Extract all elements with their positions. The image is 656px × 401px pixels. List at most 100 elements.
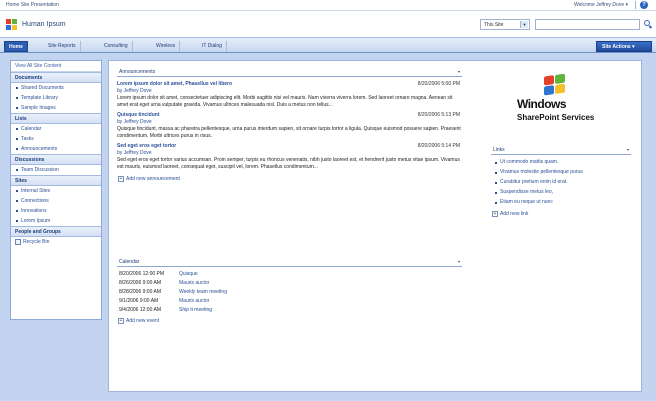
help-icon[interactable]: ? [640, 1, 648, 9]
recycle-bin-link[interactable]: Recycle Bin [11, 237, 101, 248]
list-item: 8/26/2006 9:00 AM Mauris auctor [117, 279, 462, 288]
announcement-item: Sed eget eros eget tortor 8/20/2006 5:14… [117, 143, 462, 170]
announcement-date: 8/20/2006 5:13 PM [417, 112, 460, 118]
announcement-body: Quisque tincidunt, massa ac pharetra pel… [117, 126, 461, 139]
divider [635, 1, 636, 9]
parent-site-link[interactable]: Home Site Presentation [6, 2, 59, 8]
add-new-link-link[interactable]: + Add new link [491, 211, 631, 219]
quick-launch-item[interactable]: Internal Sites [11, 186, 101, 196]
brand-windows-text: Windows [517, 97, 567, 111]
quick-launch-heading-discussions[interactable]: Discussions [11, 154, 101, 165]
quick-launch-item[interactable]: Innovations [11, 206, 101, 216]
add-new-event-link[interactable]: + Add new event [117, 318, 462, 326]
link-item[interactable]: Curabitur pretium enim id erat. [491, 177, 631, 187]
tab-site-reports[interactable]: Site Reports [44, 41, 81, 52]
top-navigation: Home Site Reports Consulting Wireless IT… [0, 37, 656, 53]
quick-launch-heading-people-and-groups[interactable]: People and Groups [11, 226, 101, 237]
windows-sharepoint-services-logo: Windows SharePoint Services [499, 73, 639, 135]
quick-launch-item[interactable]: Tasks [11, 134, 101, 144]
quick-launch-item[interactable]: Team Discussion [11, 165, 101, 175]
announcement-author: by Jeffrey Dove [117, 119, 152, 125]
view-all-site-content-link[interactable]: View All Site Content [11, 61, 101, 72]
link-item[interactable]: Ut commodo mattis quam. [491, 157, 631, 167]
site-actions-button[interactable]: Site Actions ▾ [596, 41, 652, 52]
recycle-bin-icon [15, 239, 21, 245]
announcement-title[interactable]: Quisque tincidunt [117, 112, 160, 118]
windows-flag-icon [544, 73, 566, 96]
event-date: 8/20/2006 12:00 PM [119, 271, 165, 277]
web-part-menu-icon[interactable]: ▾ [458, 259, 460, 264]
main-content: Announcements ▾ Lorem ipsum dolor sit am… [108, 60, 642, 392]
site-logo-icon [6, 19, 17, 30]
event-title[interactable]: Weekly team meeting [179, 289, 227, 295]
quick-launch-item[interactable]: Calendar [11, 124, 101, 134]
add-new-announcement-label: Add new announcement [126, 176, 180, 182]
announcement-author: by Jeffrey Dove [117, 88, 152, 94]
announcement-date: 8/20/2006 5:00 PM [417, 81, 460, 87]
links-title[interactable]: Links [493, 147, 505, 153]
announcement-title[interactable]: Lorem ipsum dolor sit amet, Phasellus ve… [117, 81, 232, 87]
link-item[interactable]: Suspendisse metus leo, [491, 187, 631, 197]
announcements-title[interactable]: Announcements [119, 69, 155, 75]
quick-launch-item[interactable]: Announcements [11, 144, 101, 154]
add-icon: + [118, 318, 124, 324]
quick-launch-heading-documents[interactable]: Documents [11, 72, 101, 83]
event-title[interactable]: Mauris auctor [179, 298, 209, 304]
event-date: 9/1/2006 9:00 AM [119, 298, 159, 304]
event-title[interactable]: Ship it meeting [179, 307, 212, 313]
chevron-down-icon: ▼ [520, 21, 528, 28]
link-item[interactable]: Etiam eu neque ut nunc [491, 197, 631, 207]
list-item: 9/1/2006 9:00 AM Mauris auctor [117, 297, 462, 306]
search-input[interactable] [535, 19, 640, 30]
search-icon[interactable] [642, 19, 653, 30]
calendar-web-part: Calendar ▾ 8/20/2006 12:00 PM Quisque 8/… [117, 257, 462, 326]
announcements-web-part: Announcements ▾ Lorem ipsum dolor sit am… [117, 67, 462, 184]
web-part-menu-icon[interactable]: ▾ [458, 69, 460, 74]
announcement-body: Sed eget eros eget tortor varius accumsa… [117, 157, 460, 170]
web-part-title: Calendar ▾ [117, 257, 462, 267]
welcome-menu[interactable]: Welcome Jeffrey Dove ▾ [574, 2, 628, 8]
add-icon: + [492, 211, 498, 217]
add-new-link-label: Add new link [500, 211, 529, 217]
add-icon: + [118, 176, 124, 182]
announcement-title[interactable]: Sed eget eros eget tortor [117, 143, 176, 149]
event-title[interactable]: Quisque [179, 271, 198, 277]
tab-it-dialog[interactable]: IT Dialog [198, 41, 227, 52]
announcement-item: Lorem ipsum dolor sit amet, Phasellus ve… [117, 81, 462, 108]
quick-launch-item[interactable]: Lorem Ipsum [11, 216, 101, 226]
quick-launch-item[interactable]: Sample Images [11, 103, 101, 113]
add-new-event-label: Add new event [126, 318, 160, 324]
calendar-title[interactable]: Calendar [119, 259, 139, 265]
quick-launch-heading-sites[interactable]: Sites [11, 175, 101, 186]
web-part-menu-icon[interactable]: ▾ [627, 147, 629, 152]
event-title[interactable]: Mauris auctor [179, 280, 209, 286]
search-scope-select[interactable]: This Site ▼ [480, 19, 530, 30]
links-web-part: Links ▾ Ut commodo mattis quam. Vivamus … [491, 145, 631, 219]
top-bar: Home Site Presentation Welcome Jeffrey D… [0, 0, 656, 11]
quick-launch: View All Site Content Documents Shared D… [10, 60, 102, 320]
quick-launch-item[interactable]: Connections [11, 196, 101, 206]
site-title[interactable]: Human Ipsum [22, 21, 66, 28]
list-item: 8/20/2006 12:00 PM Quisque [117, 270, 462, 279]
quick-launch-heading-lists[interactable]: Lists [11, 113, 101, 124]
tab-wireless[interactable]: Wireless [152, 41, 181, 52]
link-item[interactable]: Vivamus molestie pellentesque purus [491, 167, 631, 177]
event-date: 9/4/2006 12:00 AM [119, 307, 161, 313]
quick-launch-item[interactable]: Template Library [11, 93, 101, 103]
list-item: 9/4/2006 12:00 AM Ship it meeting [117, 306, 462, 315]
add-new-announcement-link[interactable]: + Add new announcement [117, 176, 462, 184]
title-bar: Human Ipsum This Site ▼ [0, 11, 656, 37]
tab-consulting[interactable]: Consulting [100, 41, 133, 52]
web-part-title: Links ▾ [491, 145, 631, 155]
event-date: 8/28/2006 9:00 AM [119, 289, 161, 295]
quick-launch-item[interactable]: Shared Documents [11, 83, 101, 93]
announcement-item: Quisque tincidunt 8/20/2006 5:13 PM by J… [117, 112, 462, 139]
event-date: 8/26/2006 9:00 AM [119, 280, 161, 286]
brand-product-text: SharePoint Services [517, 113, 595, 122]
list-item: 8/28/2006 9:00 AM Weekly team meeting [117, 288, 462, 297]
tab-home[interactable]: Home [4, 41, 28, 52]
web-part-title: Announcements ▾ [117, 67, 462, 77]
search-scope-value: This Site [484, 22, 504, 28]
announcement-author: by Jeffrey Dove [117, 150, 152, 156]
announcement-date: 8/20/2006 5:14 PM [417, 143, 460, 149]
